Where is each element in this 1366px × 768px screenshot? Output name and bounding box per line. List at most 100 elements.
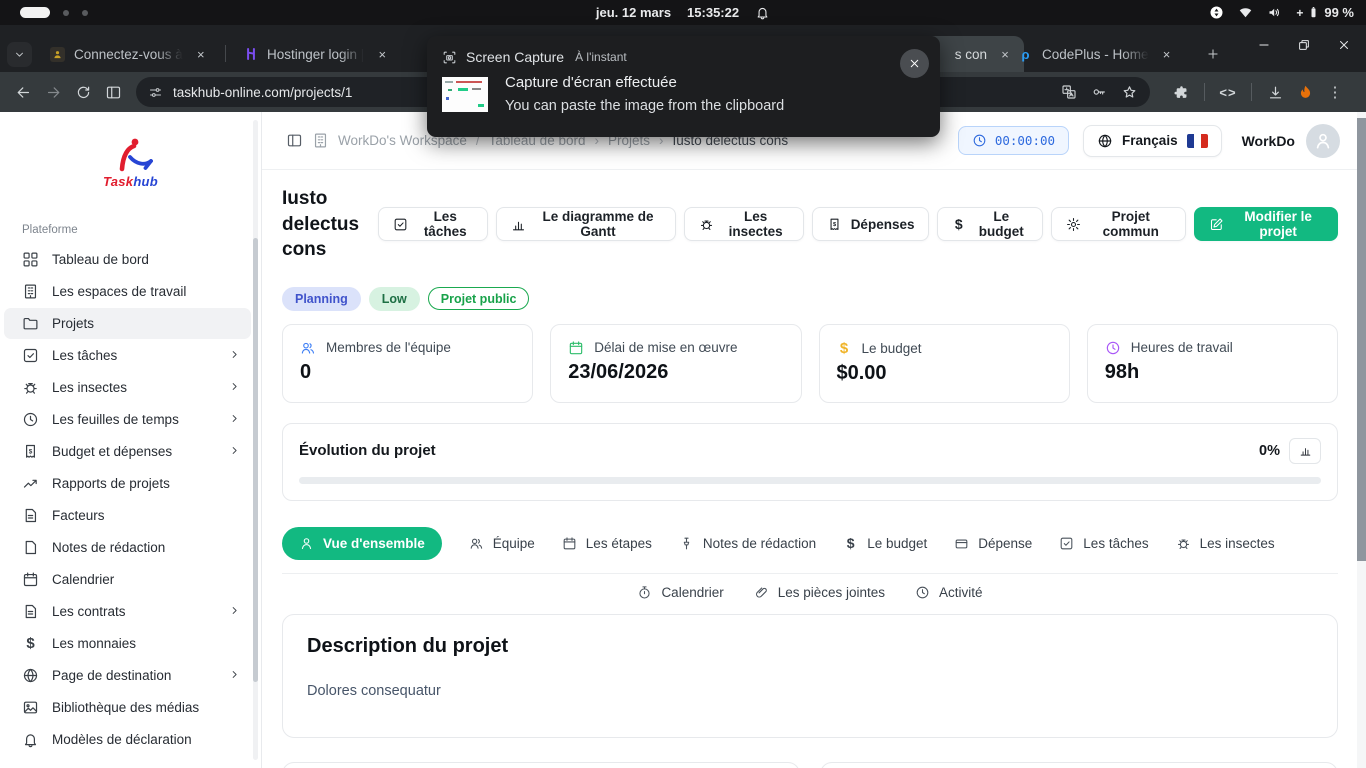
language-selector[interactable]: Français xyxy=(1083,125,1222,157)
page-scrollbar-thumb[interactable] xyxy=(1357,118,1366,561)
time-tracker-chip[interactable]: 00:00:00 xyxy=(958,126,1069,155)
sidebar-scrollbar-thumb[interactable] xyxy=(253,238,258,682)
tab-calendar[interactable]: Calendrier xyxy=(637,585,723,600)
taskhub-logo[interactable]: Taskhub xyxy=(0,126,261,198)
tab-notes[interactable]: Notes de rédaction xyxy=(679,536,816,551)
sidebar-item-media-library[interactable]: Bibliothèque des médias xyxy=(4,692,251,723)
avatar[interactable] xyxy=(1306,124,1340,158)
dollar-icon: $ xyxy=(843,535,858,551)
budget-button[interactable]: $ Le budget xyxy=(937,207,1043,241)
browser-tab-4[interactable]: ρ CodePlus - Home × xyxy=(1006,36,1206,72)
user-name: WorkDo xyxy=(1242,133,1295,149)
window-restore-button[interactable] xyxy=(1296,37,1312,53)
edit-project-button[interactable]: Modifier le projet xyxy=(1194,207,1338,241)
password-key-icon[interactable] xyxy=(1091,84,1107,100)
stat-value: 98h xyxy=(1105,361,1320,384)
toast-close-button[interactable] xyxy=(900,49,929,78)
capture-thumbnail xyxy=(442,77,488,112)
workspace-building-icon xyxy=(312,132,329,149)
extensions-puzzle-icon[interactable] xyxy=(1166,77,1196,107)
tab-tasks[interactable]: Les tâches xyxy=(1059,536,1148,551)
extension-flame-icon[interactable] xyxy=(1290,77,1320,107)
wifi-icon[interactable] xyxy=(1238,5,1253,20)
translate-icon[interactable] xyxy=(1061,84,1077,100)
notification-bell-icon[interactable] xyxy=(755,5,770,20)
screen-capture-toast[interactable]: Screen Capture À l'instant Capture d'écr… xyxy=(427,36,940,137)
tab-close-icon[interactable]: × xyxy=(373,45,391,63)
tab-close-icon[interactable]: × xyxy=(1158,45,1176,63)
battery-percent: 99 % xyxy=(1324,5,1354,20)
sidebar-toggle-icon[interactable] xyxy=(286,132,303,149)
tab-search-chevron-button[interactable] xyxy=(7,42,32,67)
stat-value: $0.00 xyxy=(837,362,1052,385)
stat-card-deadline: Délai de mise en œuvre 23/06/2026 xyxy=(550,324,801,403)
window-minimize-button[interactable] xyxy=(1256,37,1272,53)
browser-tab-2[interactable]: Hostinger login | × xyxy=(231,36,435,72)
back-button[interactable] xyxy=(8,77,38,107)
file-text-icon xyxy=(22,603,39,620)
dollar-icon: $ xyxy=(22,635,39,652)
os-update-icon[interactable] xyxy=(1209,5,1224,20)
sidebar-item-landing-page[interactable]: Page de destination xyxy=(4,660,251,691)
tab-expense[interactable]: Dépense xyxy=(954,536,1032,551)
sidebar-item-projects[interactable]: Projets xyxy=(4,308,251,339)
new-tab-button[interactable] xyxy=(1200,41,1226,67)
browser-menu-icon[interactable]: ⋮ xyxy=(1320,77,1350,107)
os-status-bar: jeu. 12 mars 15:35:22 + 99 % xyxy=(0,0,1366,25)
browser-tab-1[interactable]: Connectez-vous à × xyxy=(38,36,238,72)
gantt-chart-button[interactable]: Le diagramme de Gantt xyxy=(496,207,675,241)
reload-button[interactable] xyxy=(68,77,98,107)
expenses-button[interactable]: Dépenses xyxy=(812,207,930,241)
volume-icon[interactable] xyxy=(1267,5,1282,20)
bugs-button[interactable]: Les insectes xyxy=(684,207,804,241)
bar-chart-icon xyxy=(1299,444,1312,457)
progress-bar xyxy=(299,477,1321,484)
receipt-icon xyxy=(22,443,39,460)
sidebar-item-invoices[interactable]: Facteurs xyxy=(4,500,251,531)
sidebar-item-project-reports[interactable]: Rapports de projets xyxy=(4,468,251,499)
side-panel-button[interactable] xyxy=(98,77,128,107)
page-scrollbar-track[interactable] xyxy=(1357,112,1366,768)
chevron-right-icon xyxy=(228,348,241,364)
sidebar-item-statement-templates[interactable]: Modèles de déclaration xyxy=(4,724,251,755)
bookmark-star-icon[interactable] xyxy=(1121,84,1138,101)
sidebar-item-calendar[interactable]: Calendrier xyxy=(4,564,251,595)
sidebar-item-contracts[interactable]: Les contrats xyxy=(4,596,251,627)
sidebar-item-label: Les monnaies xyxy=(52,636,136,651)
user-menu[interactable]: WorkDo xyxy=(1242,124,1340,158)
devtools-code-icon[interactable]: <> xyxy=(1213,77,1243,107)
sidebar-item-workspaces[interactable]: Les espaces de travail xyxy=(4,276,251,307)
sidebar-item-tasks[interactable]: Les tâches xyxy=(4,340,251,371)
sidebar-item-timesheets[interactable]: Les feuilles de temps xyxy=(4,404,251,435)
tasks-button[interactable]: Les tâches xyxy=(378,207,488,241)
sidebar-item-label: Les tâches xyxy=(52,348,117,363)
sidebar-item-bugs[interactable]: Les insectes xyxy=(4,372,251,403)
battery-indicator[interactable]: + 99 % xyxy=(1296,5,1354,20)
site-settings-icon[interactable] xyxy=(148,85,163,100)
shared-project-button[interactable]: Projet commun xyxy=(1051,207,1186,241)
tab-team[interactable]: Équipe xyxy=(469,536,535,551)
stat-card-team-members: Membres de l'équipe 0 xyxy=(282,324,533,403)
tab-attachments[interactable]: Les pièces jointes xyxy=(754,585,885,600)
person-icon xyxy=(1313,131,1333,151)
window-close-button[interactable] xyxy=(1336,37,1352,53)
sidebar-item-currencies[interactable]: $ Les monnaies xyxy=(4,628,251,659)
sidebar-item-label: Budget et dépenses xyxy=(52,444,172,459)
tab-budget[interactable]: $ Le budget xyxy=(843,535,927,551)
forward-button[interactable] xyxy=(38,77,68,107)
tab-activity[interactable]: Activité xyxy=(915,585,983,600)
downloads-icon[interactable] xyxy=(1260,77,1290,107)
project-calendar-card: Calendrier du projet xyxy=(282,762,800,768)
tab-close-icon[interactable]: × xyxy=(192,45,210,63)
calendar-icon xyxy=(562,536,577,551)
progress-chart-button[interactable] xyxy=(1289,438,1321,464)
tab-milestones[interactable]: Les étapes xyxy=(562,536,652,551)
tab-favicon xyxy=(243,47,258,62)
grid-icon xyxy=(22,251,39,268)
tab-overview[interactable]: Vue d'ensemble xyxy=(282,527,442,560)
tab-title: CodePlus - Home xyxy=(1042,47,1149,62)
sidebar-item-dashboard[interactable]: Tableau de bord xyxy=(4,244,251,275)
tab-bugs[interactable]: Les insectes xyxy=(1176,536,1275,551)
sidebar-item-notes[interactable]: Notes de rédaction xyxy=(4,532,251,563)
sidebar-item-budget-expenses[interactable]: Budget et dépenses xyxy=(4,436,251,467)
